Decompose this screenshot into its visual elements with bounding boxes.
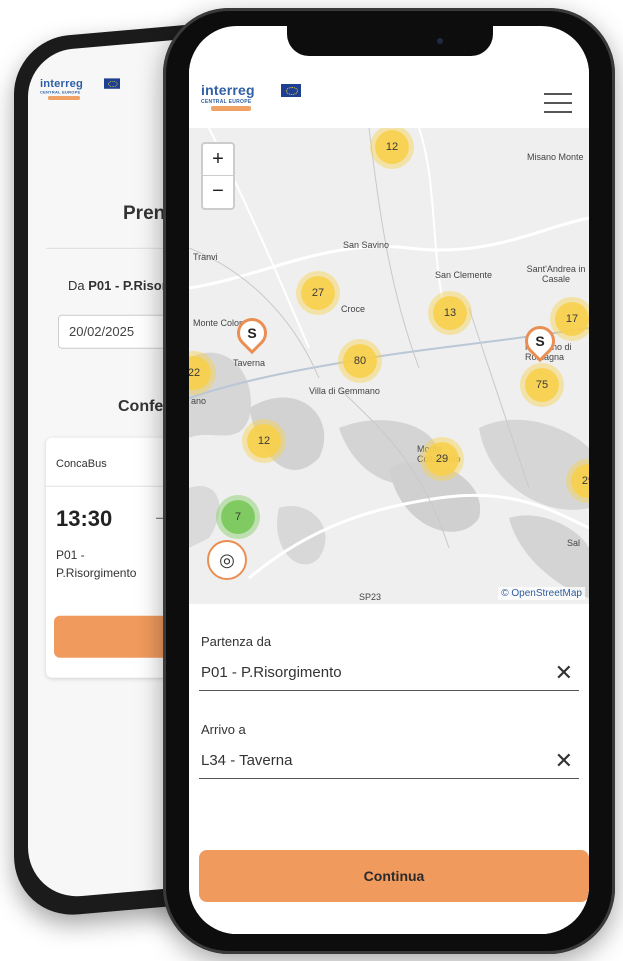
app-header: interreg CENTRAL EUROPE [189,58,589,128]
place-label: Tranvi [193,252,218,262]
phone-screen: interreg CENTRAL EUROPE Misano Monte Tra… [189,26,589,934]
place-label: San Savino [343,240,390,250]
map-attribution[interactable]: © OpenStreetMap [498,587,585,600]
arrival-value: L34 - Taverna [201,752,293,769]
interreg-logo: interreg CENTRAL EUROPE [201,82,301,122]
map[interactable]: Misano Monte Tranvi San Savino San Cleme… [189,128,589,604]
zoom-in-button[interactable]: + [203,144,233,176]
place-label: San Clemente [435,270,493,280]
arrival-label: Arrivo a [201,722,246,737]
stop-cluster[interactable]: 75 [525,368,559,402]
stop-cluster[interactable]: 7 [221,500,255,534]
stop-cluster[interactable]: 13 [433,296,467,330]
back-operator: ConcaBus [56,457,107,470]
eu-flag-icon [104,78,120,89]
back-departure-stop: P01 - P.Risorgimento [56,547,137,580]
place-label: Croce [341,304,366,314]
place-label: Misano Monte [527,152,584,162]
back-departure-time: 13:30 [56,505,113,531]
place-label: Sal [567,538,581,548]
back-logo: interreg CENTRAL EUROPE [40,77,120,109]
stop-cluster[interactable]: 17 [555,302,589,336]
clear-arrival-icon[interactable]: ✕ [555,746,573,776]
zoom-out-button[interactable]: − [203,176,233,207]
place-label: Sant'Andrea in Casale [526,264,586,284]
arrival-field[interactable]: L34 - Taverna ✕ [199,746,579,779]
stop-cluster[interactable]: 12 [247,424,281,458]
stop-cluster[interactable]: 80 [343,344,377,378]
departure-field[interactable]: P01 - P.Risorgimento ✕ [199,658,579,691]
continue-button[interactable]: Continua [199,850,589,902]
place-label: Villa di Gemmano [309,386,380,396]
place-label: ano [191,396,207,406]
phone-notch [287,26,493,56]
stop-cluster[interactable]: 12 [375,130,409,164]
stop-cluster[interactable]: 27 [301,276,335,310]
clear-departure-icon[interactable]: ✕ [555,658,573,688]
hamburger-menu-icon[interactable] [544,93,572,115]
departure-label: Partenza da [201,634,272,649]
stop-cluster[interactable]: 29 [425,442,459,476]
eu-flag-icon [281,84,301,97]
departure-value: P01 - P.Risorgimento [201,664,342,681]
route-form: Partenza da P01 - P.Risorgimento ✕ Arriv… [189,604,589,934]
locate-me-icon[interactable]: ◎ [207,540,247,580]
back-confirm-heading: Confer [118,397,170,415]
front-phone: interreg CENTRAL EUROPE Misano Monte Tra… [163,8,615,954]
back-from-text: Da P01 - P.Risorg [68,277,175,293]
place-label: SP23 [359,592,382,602]
back-date: 20/02/2025 [69,323,135,339]
camera-icon [437,38,443,44]
place-label: Taverna [233,358,266,368]
zoom-control: + − [201,142,235,210]
